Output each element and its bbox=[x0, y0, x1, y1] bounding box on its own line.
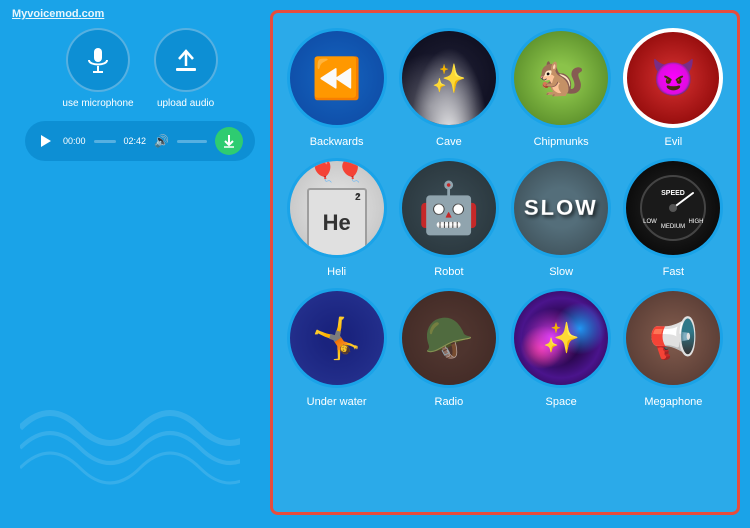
upload-icon-circle bbox=[154, 28, 218, 92]
player-bar: 00:00 02:42 🔊 bbox=[25, 121, 255, 161]
left-panel: use microphone upload audio 00:00 02:42 … bbox=[10, 28, 270, 161]
megaphone-label: Megaphone bbox=[644, 396, 702, 408]
balloon-icon: 🎈🎈 bbox=[309, 158, 364, 184]
space-icon: ✨ bbox=[542, 321, 579, 356]
heli-content: 🎈🎈 He2 bbox=[307, 158, 367, 258]
underwater-icon: 🤸 bbox=[312, 315, 362, 362]
play-button[interactable] bbox=[37, 132, 55, 150]
mic-upload-row: use microphone upload audio bbox=[62, 28, 217, 109]
fast-label: Fast bbox=[663, 266, 684, 278]
play-icon bbox=[41, 135, 51, 147]
upload-icon bbox=[172, 46, 200, 74]
underwater-label: Under water bbox=[307, 396, 367, 408]
radio-circle: 🪖 bbox=[399, 288, 499, 388]
space-sparks: ✨ bbox=[514, 291, 608, 385]
evil-icon: 😈 bbox=[651, 57, 696, 99]
effect-space[interactable]: ✨ Space bbox=[508, 288, 615, 408]
robot-circle: 🤖 bbox=[399, 158, 499, 258]
fast-dial-container: SPEED LOW HIGH MEDIUM bbox=[638, 173, 708, 243]
fast-circle: SPEED LOW HIGH MEDIUM bbox=[623, 158, 723, 258]
helium-symbol: He2 bbox=[307, 188, 367, 258]
radio-icon: 🪖 bbox=[424, 315, 474, 362]
chipmunks-label: Chipmunks bbox=[534, 136, 589, 148]
backwards-icon: ⏪ bbox=[312, 55, 362, 102]
underwater-circle: 🤸 bbox=[287, 288, 387, 388]
mic-button[interactable]: use microphone bbox=[62, 28, 133, 109]
robot-label: Robot bbox=[434, 266, 463, 278]
chipmunks-icon: 🐿️ bbox=[537, 56, 584, 100]
effect-chipmunks[interactable]: 🐿️ Chipmunks bbox=[508, 28, 615, 148]
slow-circle: SLOW bbox=[511, 158, 611, 258]
fast-dial-svg: SPEED LOW HIGH MEDIUM bbox=[638, 173, 708, 243]
mic-icon bbox=[84, 46, 112, 74]
effect-evil[interactable]: 😈 Evil bbox=[620, 28, 727, 148]
upload-label: upload audio bbox=[157, 98, 214, 109]
time-end: 02:42 bbox=[124, 136, 147, 146]
effect-radio[interactable]: 🪖 Radio bbox=[395, 288, 502, 408]
effects-grid: ⏪ Backwards ✨ Cave 🐿️ Chipmunks 😈 Evil 🎈… bbox=[270, 10, 740, 515]
backwards-label: Backwards bbox=[310, 136, 364, 148]
heli-circle: 🎈🎈 He2 bbox=[287, 158, 387, 258]
volume-icon: 🔊 bbox=[154, 134, 169, 148]
effect-backwards[interactable]: ⏪ Backwards bbox=[283, 28, 390, 148]
cave-circle: ✨ bbox=[399, 28, 499, 128]
effect-underwater[interactable]: 🤸 Under water bbox=[283, 288, 390, 408]
evil-circle: 😈 bbox=[623, 28, 723, 128]
mic-label: use microphone bbox=[62, 98, 133, 109]
volume-bar[interactable] bbox=[177, 140, 207, 143]
effect-megaphone[interactable]: 📢 Megaphone bbox=[620, 288, 727, 408]
svg-text:SPEED: SPEED bbox=[662, 190, 686, 197]
upload-button[interactable]: upload audio bbox=[154, 28, 218, 109]
robot-icon: 🤖 bbox=[418, 179, 480, 238]
effect-fast[interactable]: SPEED LOW HIGH MEDIUM Fast bbox=[620, 158, 727, 278]
megaphone-icon: 📢 bbox=[648, 315, 698, 362]
megaphone-circle: 📢 bbox=[623, 288, 723, 388]
backwards-circle: ⏪ bbox=[287, 28, 387, 128]
time-start: 00:00 bbox=[63, 136, 86, 146]
mic-icon-circle bbox=[66, 28, 130, 92]
heli-label: Heli bbox=[327, 266, 346, 278]
download-icon bbox=[222, 134, 236, 148]
effect-cave[interactable]: ✨ Cave bbox=[395, 28, 502, 148]
space-circle: ✨ bbox=[511, 288, 611, 388]
progress-bar[interactable] bbox=[94, 140, 116, 143]
svg-text:HIGH: HIGH bbox=[689, 219, 704, 225]
chipmunks-circle: 🐿️ bbox=[511, 28, 611, 128]
effect-heli[interactable]: 🎈🎈 He2 Heli bbox=[283, 158, 390, 278]
svg-text:LOW: LOW bbox=[644, 219, 658, 225]
wave-decoration bbox=[20, 348, 240, 498]
evil-label: Evil bbox=[665, 136, 683, 148]
space-label: Space bbox=[546, 396, 577, 408]
download-button[interactable] bbox=[215, 127, 243, 155]
effect-slow[interactable]: SLOW Slow bbox=[508, 158, 615, 278]
slow-icon: SLOW bbox=[523, 196, 598, 221]
cave-label: Cave bbox=[436, 136, 462, 148]
slow-label: Slow bbox=[549, 266, 573, 278]
effect-robot[interactable]: 🤖 Robot bbox=[395, 158, 502, 278]
radio-label: Radio bbox=[435, 396, 464, 408]
svg-text:MEDIUM: MEDIUM bbox=[661, 224, 685, 230]
cave-icon: ✨ bbox=[431, 62, 466, 95]
logo[interactable]: Myvoicemod.com bbox=[12, 8, 104, 20]
